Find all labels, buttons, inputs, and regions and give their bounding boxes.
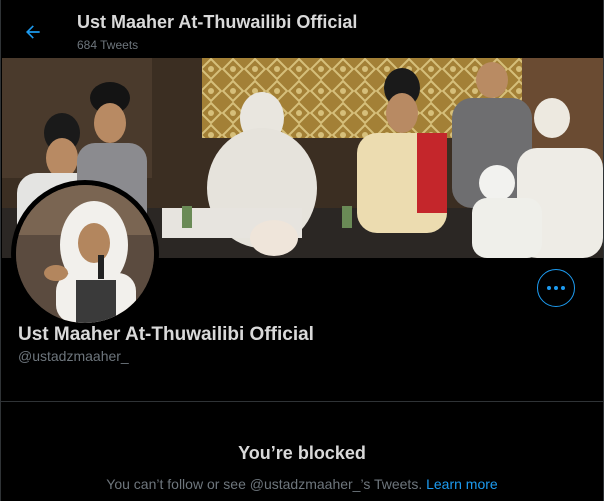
arrow-left-icon <box>26 25 40 39</box>
blocked-message-row: You can’t follow or see @ustadzmaaher_’s… <box>1 476 603 492</box>
profile-display-name: Ust Maaher At-Thuwailibi Official <box>18 324 314 345</box>
tweet-count: 684 Tweets <box>77 38 139 52</box>
more-horizontal-icon <box>546 286 567 290</box>
profile-header: Ust Maaher At-Thuwailibi Official 684 Tw… <box>1 0 603 60</box>
avatar-image <box>16 185 154 323</box>
profile-page: Ust Maaher At-Thuwailibi Official 684 Tw… <box>0 0 604 501</box>
divider <box>1 401 603 402</box>
header-title: Ust Maaher At-Thuwailibi Official <box>77 12 358 32</box>
avatar[interactable] <box>11 180 159 328</box>
blocked-message: You can’t follow or see @ustadzmaaher_’s… <box>106 476 423 492</box>
learn-more-link[interactable]: Learn more <box>426 476 498 492</box>
blocked-title: You’re blocked <box>238 443 366 463</box>
more-options-button[interactable] <box>537 269 575 307</box>
profile-handle: @ustadzmaaher_ <box>18 348 129 364</box>
back-button[interactable] <box>13 14 53 50</box>
